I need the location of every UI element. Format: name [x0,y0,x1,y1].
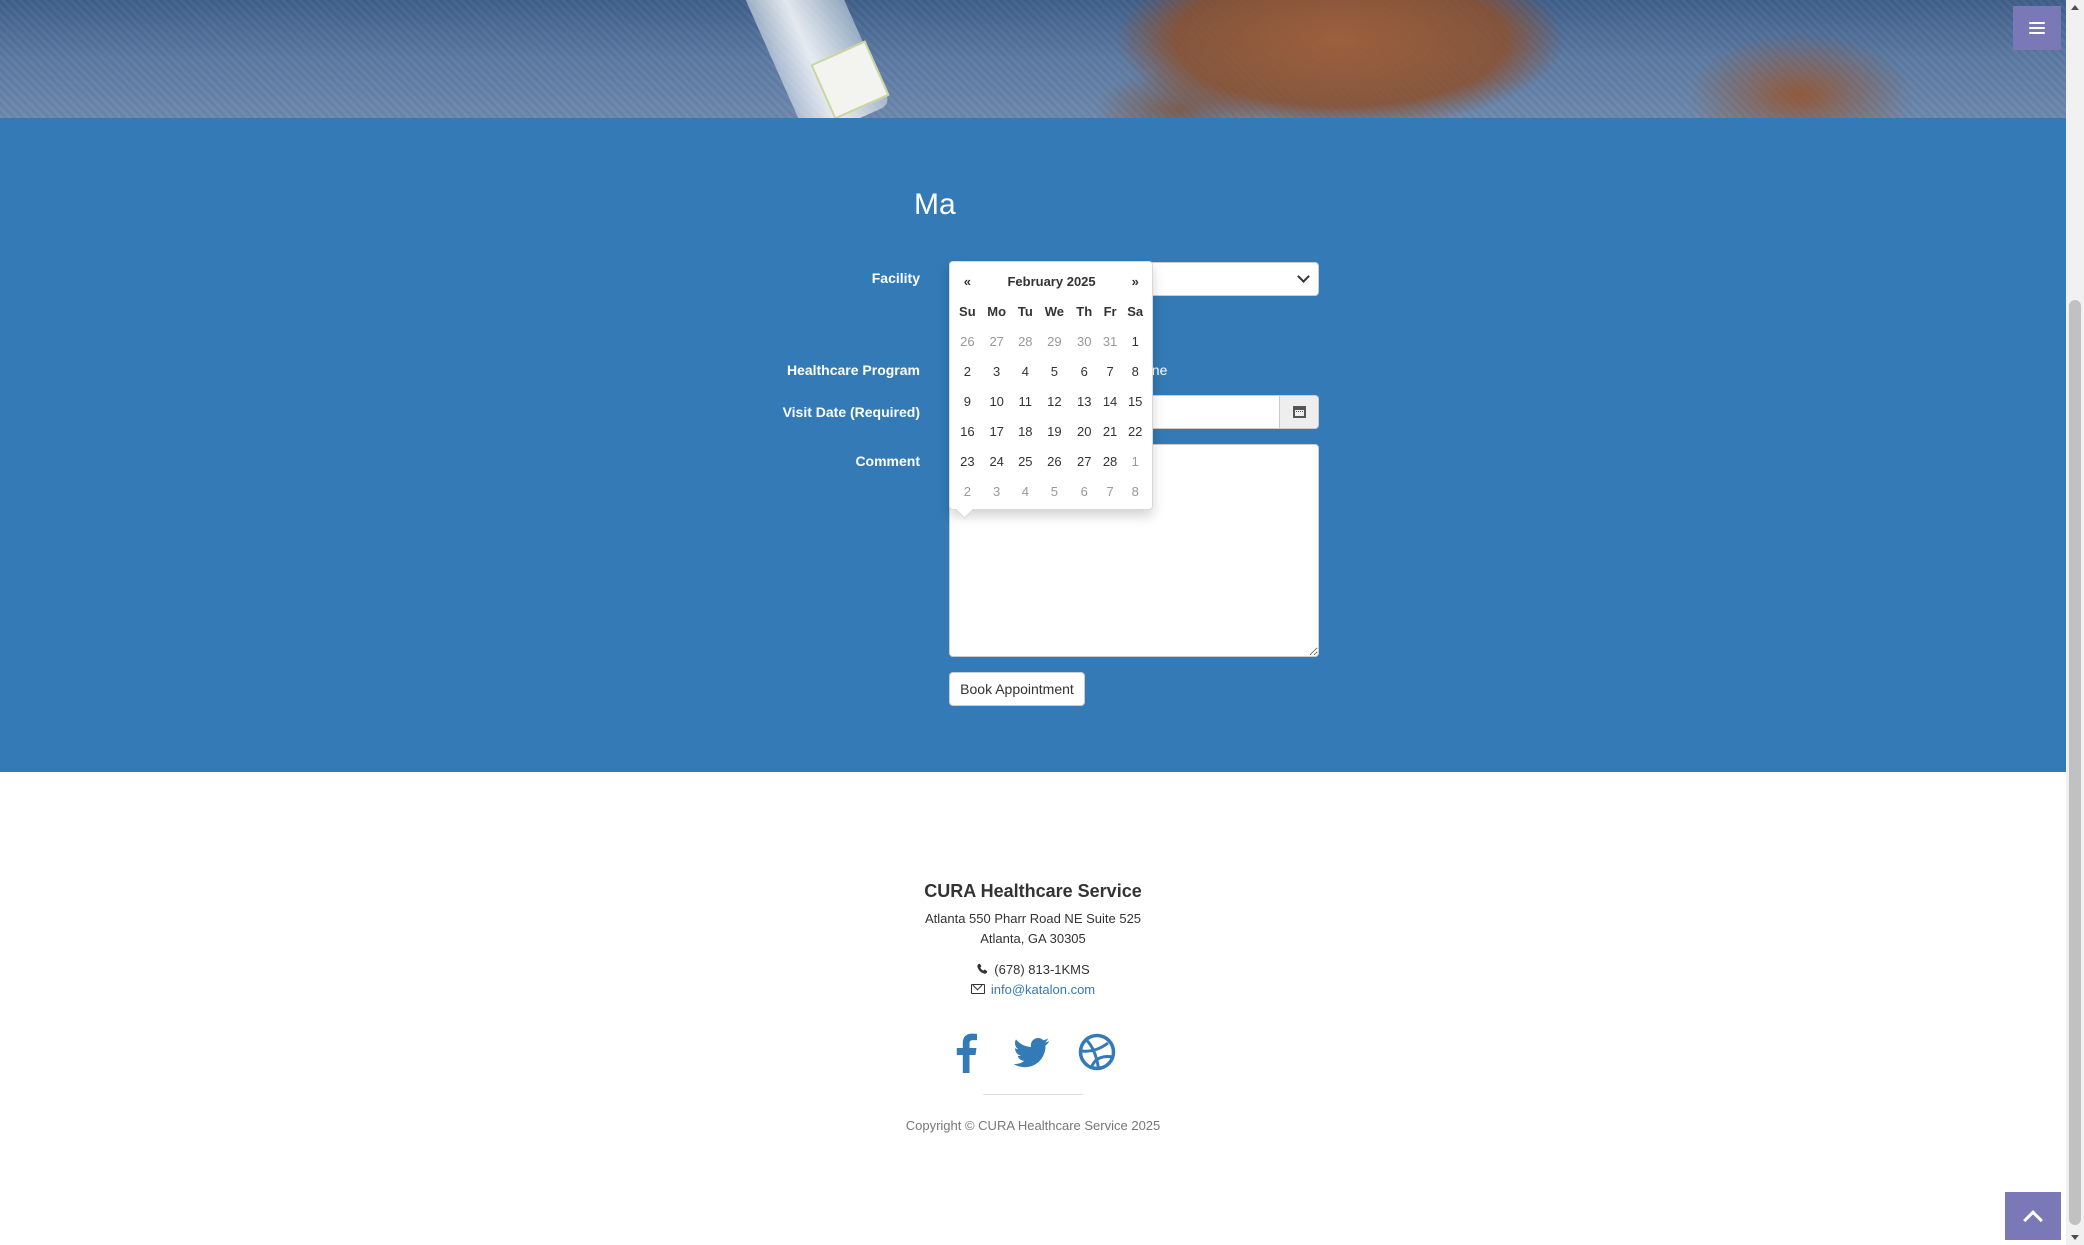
datepicker-day-other-month[interactable]: 29 [1038,326,1071,356]
phone-icon [977,963,988,974]
datepicker-day-other-month[interactable]: 3 [981,476,1013,506]
datepicker-day[interactable]: 14 [1098,386,1123,416]
chevron-up-icon [2023,1210,2043,1230]
footer-email-link[interactable]: info@katalon.com [991,982,1095,997]
datepicker-table: « February 2025 » Su Mo Tu We Th Fr Sa 26 27 28 2… [954,266,1148,506]
datepicker-day-other-month[interactable]: 4 [1013,476,1038,506]
datepicker-day[interactable]: 20 [1071,416,1098,446]
footer-address-line2: Atlanta, GA 30305 [980,931,1086,946]
facebook-icon[interactable] [945,1030,989,1074]
datepicker-day[interactable]: 18 [1013,416,1038,446]
datepicker-day[interactable]: 8 [1122,356,1148,386]
datepicker-week-row: 2345678 [954,476,1148,506]
back-to-top-button[interactable] [2005,1192,2061,1240]
datepicker-day[interactable]: 17 [981,416,1013,446]
datepicker-day[interactable]: 10 [981,386,1013,416]
datepicker-weekday: Th [1076,303,1093,319]
datepicker-day[interactable]: 25 [1013,446,1038,476]
datepicker-day[interactable]: 12 [1038,386,1071,416]
datepicker-day-other-month[interactable]: 1 [1122,446,1148,476]
datepicker-week-row: 26 27 28 29 30 31 1 [954,326,1148,356]
datepicker-day[interactable]: 11 [1013,386,1038,416]
scrollbar-thumb[interactable] [2069,300,2081,1225]
scroll-up-arrow-icon[interactable] [2071,5,2079,10]
datepicker-day[interactable]: 27 [1071,446,1098,476]
datepicker-day[interactable]: 2 [954,356,981,386]
calendar-button[interactable] [1279,395,1319,429]
datepicker-day[interactable]: 19 [1038,416,1071,446]
datepicker-week-row: 23 24 25 26 27 28 1 [954,446,1148,476]
twitter-icon[interactable] [1009,1030,1053,1074]
program-label: Healthcare Program [786,362,920,378]
datepicker-prev-button[interactable]: « [954,266,981,296]
menu-toggle-button[interactable] [2013,6,2061,50]
calendar-icon [1292,406,1306,418]
footer-phone-number: (678) 813-1KMS [994,962,1090,977]
datepicker-day-other-month[interactable]: 28 [1013,326,1038,356]
datepicker-day-other-month[interactable]: 30 [1071,326,1098,356]
datepicker-next-button[interactable]: » [1122,266,1148,296]
datepicker-day-other-month[interactable]: 26 [954,326,981,356]
datepicker-month-title[interactable]: February 2025 [981,266,1123,296]
facility-label: Facility [871,270,920,286]
datepicker-day[interactable]: 7 [1098,356,1123,386]
datepicker-day[interactable]: 24 [981,446,1013,476]
datepicker-weekday: Fr [1103,303,1117,319]
envelope-icon [970,984,985,994]
datepicker-weekday: We [1044,303,1064,319]
visit-date-label: Visit Date (Required) [782,404,920,420]
datepicker-day[interactable]: 5 [1038,356,1071,386]
hero-image [0,0,2066,118]
datepicker-day[interactable]: 21 [1098,416,1123,446]
chevron-down-icon [1297,270,1310,283]
datepicker-day[interactable]: 9 [954,386,981,416]
footer-phone: (678) 813-1KMS [0,962,2066,977]
footer-company-name: CURA Healthcare Service [924,881,1142,901]
datepicker-day[interactable]: 16 [954,416,981,446]
datepicker-day-other-month[interactable]: 8 [1122,476,1148,506]
datepicker-day-other-month[interactable]: 27 [981,326,1013,356]
datepicker-day-other-month[interactable]: 31 [1098,326,1123,356]
footer-email: info@katalon.com [0,982,2066,997]
datepicker-day-other-month[interactable]: 7 [1098,476,1123,506]
dribbble-icon[interactable] [1075,1030,1119,1074]
datepicker-day[interactable]: 13 [1071,386,1098,416]
datepicker-popup: « February 2025 » Su Mo Tu We Th Fr Sa 26 27 28 2… [949,261,1153,510]
datepicker-week-row: 2345678 [954,356,1148,386]
datepicker-weekday: Su [959,303,976,319]
datepicker-day[interactable]: 15 [1122,386,1148,416]
footer-copyright: Copyright © CURA Healthcare Service 2025 [905,1118,1161,1133]
datepicker-day[interactable]: 1 [1122,326,1148,356]
section-title: Ma [914,188,956,221]
datepicker-day[interactable]: 4 [1013,356,1038,386]
book-appointment-button[interactable]: Book Appointment [949,672,1085,706]
datepicker-day[interactable]: 28 [1098,446,1123,476]
datepicker-week-row: 9 10 11 12 13 14 15 [954,386,1148,416]
footer-address-line1: Atlanta 550 Pharr Road NE Suite 525 [924,911,1142,926]
datepicker-day-other-month[interactable]: 6 [1071,476,1098,506]
datepicker-day[interactable]: 23 [954,446,981,476]
datepicker-day[interactable]: 26 [1038,446,1071,476]
hamburger-icon [2029,22,2045,34]
datepicker-day-other-month[interactable]: 2 [954,476,981,506]
datepicker-weekday: Sa [1127,303,1144,319]
datepicker-day[interactable]: 3 [981,356,1013,386]
comment-label: Comment [855,453,920,469]
scroll-down-arrow-icon[interactable] [2071,1235,2079,1240]
appointment-section: Ma Facility Healthcare Program one Visit… [0,118,2066,772]
datepicker-day[interactable]: 6 [1071,356,1098,386]
footer-divider [983,1094,1083,1095]
page-scrollbar[interactable] [2066,0,2084,1245]
datepicker-weekday: Tu [1017,303,1033,319]
datepicker-week-row: 16 17 18 19 20 21 22 [954,416,1148,446]
datepicker-weekday: Mo [987,303,1007,319]
datepicker-day[interactable]: 22 [1122,416,1148,446]
datepicker-day-other-month[interactable]: 5 [1038,476,1071,506]
